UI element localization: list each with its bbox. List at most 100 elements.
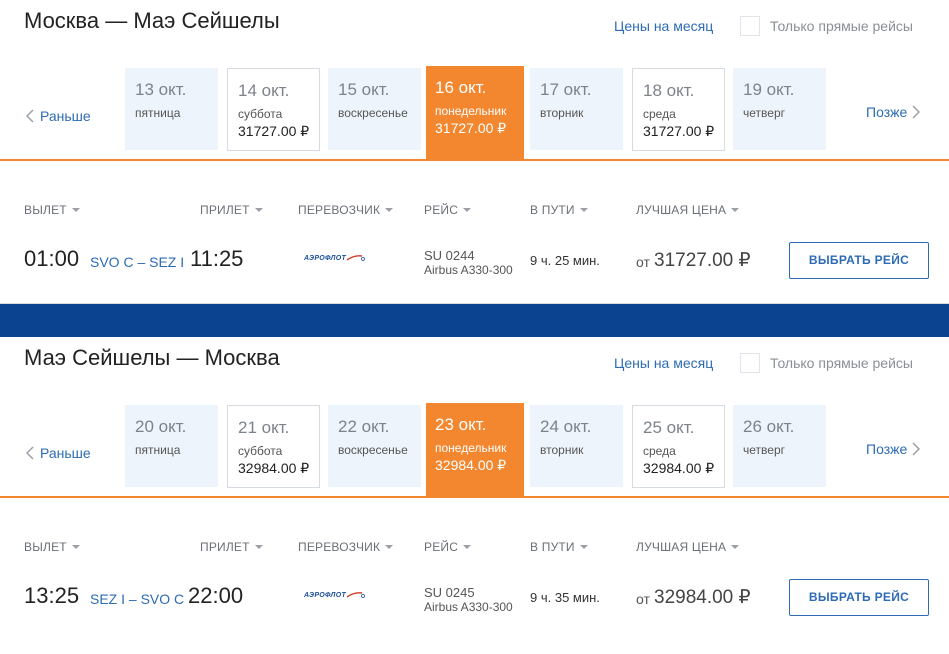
route-title: Маэ Сейшелы — Москва (24, 345, 280, 370)
aeroflot-wings-icon (346, 255, 365, 261)
caret-down-icon (254, 208, 263, 212)
header-label: ПРИЛЕТ (200, 203, 250, 217)
date-cell[interactable]: 26 окт. четверг (733, 405, 826, 487)
weekday-label: суббота (238, 107, 283, 121)
weekday-label: понедельник (435, 441, 507, 455)
header-label: ПРИЛЕТ (200, 540, 250, 554)
month-prices-link[interactable]: Цены на месяц (614, 355, 713, 371)
date-price: 32984.00 ₽ (238, 460, 310, 476)
header-label: ЛУЧШАЯ ЦЕНА (636, 540, 727, 554)
sort-flight[interactable]: РЕЙС (424, 203, 472, 217)
carrier-logo-text: АЭРОФЛОТ (304, 591, 347, 599)
earlier-button[interactable]: Раньше (24, 441, 118, 465)
date-label: 18 окт. (643, 81, 695, 100)
later-button[interactable]: Позже (866, 441, 921, 457)
date-label: 24 окт. (540, 417, 592, 436)
date-label: 19 окт. (743, 80, 795, 99)
weekday-label: понедельник (435, 104, 507, 118)
header-label: ЛУЧШАЯ ЦЕНА (636, 203, 727, 217)
section-divider-band (0, 303, 949, 337)
caret-down-icon (71, 208, 80, 212)
header-label: ВЫЛЕТ (24, 203, 67, 217)
flight-duration: 9 ч. 35 мин. (530, 590, 600, 605)
date-label: 22 окт. (338, 417, 390, 436)
date-label: 16 окт. (435, 78, 487, 97)
date-cell[interactable]: 13 окт. пятница (125, 68, 218, 150)
date-label: 21 окт. (238, 418, 290, 437)
earlier-label: Раньше (40, 108, 91, 124)
caret-down-icon (463, 545, 472, 549)
earlier-label: Раньше (40, 445, 91, 461)
date-cell-selected[interactable]: 23 окт. понедельник 32984.00 ₽ (426, 403, 524, 497)
date-cell[interactable]: 21 окт. суббота 32984.00 ₽ (227, 405, 320, 488)
date-cell[interactable]: 15 окт. воскресенье (328, 68, 421, 150)
weekday-label: четверг (743, 106, 785, 120)
date-cell-selected[interactable]: 16 окт. понедельник 31727.00 ₽ (426, 66, 524, 160)
sort-departure[interactable]: ВЫЛЕТ (24, 203, 80, 217)
date-cell[interactable]: 14 окт. суббота 31727.00 ₽ (227, 68, 320, 151)
later-button[interactable]: Позже (866, 104, 921, 120)
arrival-time: 11:25 (190, 246, 244, 271)
select-flight-button[interactable]: ВЫБРАТЬ РЕЙС (789, 242, 929, 279)
earlier-button[interactable]: Раньше (24, 104, 118, 128)
price-prefix: от (636, 254, 650, 270)
month-prices-link[interactable]: Цены на месяц (614, 18, 713, 34)
best-price: 32984.00 ₽ (654, 587, 751, 608)
date-price: 32984.00 ₽ (643, 460, 715, 476)
aeroflot-logo: АЭРОФЛОТ (304, 591, 366, 599)
date-cell[interactable]: 18 окт. среда 31727.00 ₽ (632, 68, 725, 151)
header-label: РЕЙС (424, 203, 459, 217)
caret-down-icon (579, 545, 588, 549)
weekday-label: вторник (540, 443, 584, 457)
carrier-logo-text: АЭРОФЛОТ (304, 254, 347, 262)
sort-carrier[interactable]: ПЕРЕВОЗЧИК (298, 203, 394, 217)
header-label: В ПУТИ (530, 203, 575, 217)
caret-down-icon (385, 545, 394, 549)
sort-arrival[interactable]: ПРИЛЕТ (200, 540, 263, 554)
date-cell[interactable]: 19 окт. четверг (733, 68, 826, 150)
date-cell[interactable]: 22 окт. воскресенье (328, 405, 421, 487)
sort-best-price[interactable]: ЛУЧШАЯ ЦЕНА (636, 203, 740, 217)
sort-duration[interactable]: В ПУТИ (530, 540, 588, 554)
date-cell[interactable]: 17 окт. вторник (530, 68, 623, 150)
date-label: 23 окт. (435, 415, 487, 434)
header-label: РЕЙС (424, 540, 459, 554)
sort-arrival[interactable]: ПРИЛЕТ (200, 203, 263, 217)
airports-route: SEZ I – SVO C (90, 591, 185, 607)
arrival-time: 22:00 (188, 583, 244, 608)
caret-down-icon (254, 545, 263, 549)
flight-number: SU 0245 (424, 585, 475, 600)
sort-best-price[interactable]: ЛУЧШАЯ ЦЕНА (636, 540, 740, 554)
sort-carrier[interactable]: ПЕРЕВОЗЧИК (298, 540, 394, 554)
date-cell[interactable]: 24 окт. вторник (530, 405, 623, 487)
chevron-right-icon (912, 105, 921, 119)
direct-flights-checkbox[interactable] (740, 353, 760, 373)
aircraft-type: Airbus A330-300 (424, 600, 513, 614)
departure-time: 01:00 (24, 246, 80, 271)
aeroflot-logo: АЭРОФЛОТ (304, 254, 366, 262)
accent-divider (0, 159, 949, 161)
date-label: 25 окт. (643, 418, 695, 437)
header-label: ВЫЛЕТ (24, 540, 67, 554)
date-price: 32984.00 ₽ (435, 457, 507, 473)
header-label: ПЕРЕВОЗЧИК (298, 203, 381, 217)
select-flight-button[interactable]: ВЫБРАТЬ РЕЙС (789, 579, 929, 616)
sort-duration[interactable]: В ПУТИ (530, 203, 588, 217)
direct-flights-checkbox[interactable] (740, 16, 760, 36)
header-label: В ПУТИ (530, 540, 575, 554)
chevron-left-icon (26, 446, 34, 460)
return-panel: Маэ Сейшелы — Москва Цены на месяц Тольк… (0, 337, 949, 654)
weekday-label: среда (643, 444, 676, 458)
sort-departure[interactable]: ВЫЛЕТ (24, 540, 80, 554)
caret-down-icon (463, 208, 472, 212)
caret-down-icon (731, 208, 740, 212)
weekday-label: вторник (540, 106, 584, 120)
weekday-label: пятница (135, 443, 181, 457)
date-cell[interactable]: 25 окт. среда 32984.00 ₽ (632, 405, 725, 488)
date-price: 31727.00 ₽ (435, 120, 507, 136)
sort-flight[interactable]: РЕЙС (424, 540, 472, 554)
weekday-label: пятница (135, 106, 181, 120)
direct-flights-label: Только прямые рейсы (770, 18, 913, 34)
date-label: 15 окт. (338, 80, 390, 99)
date-cell[interactable]: 20 окт. пятница (125, 405, 218, 487)
